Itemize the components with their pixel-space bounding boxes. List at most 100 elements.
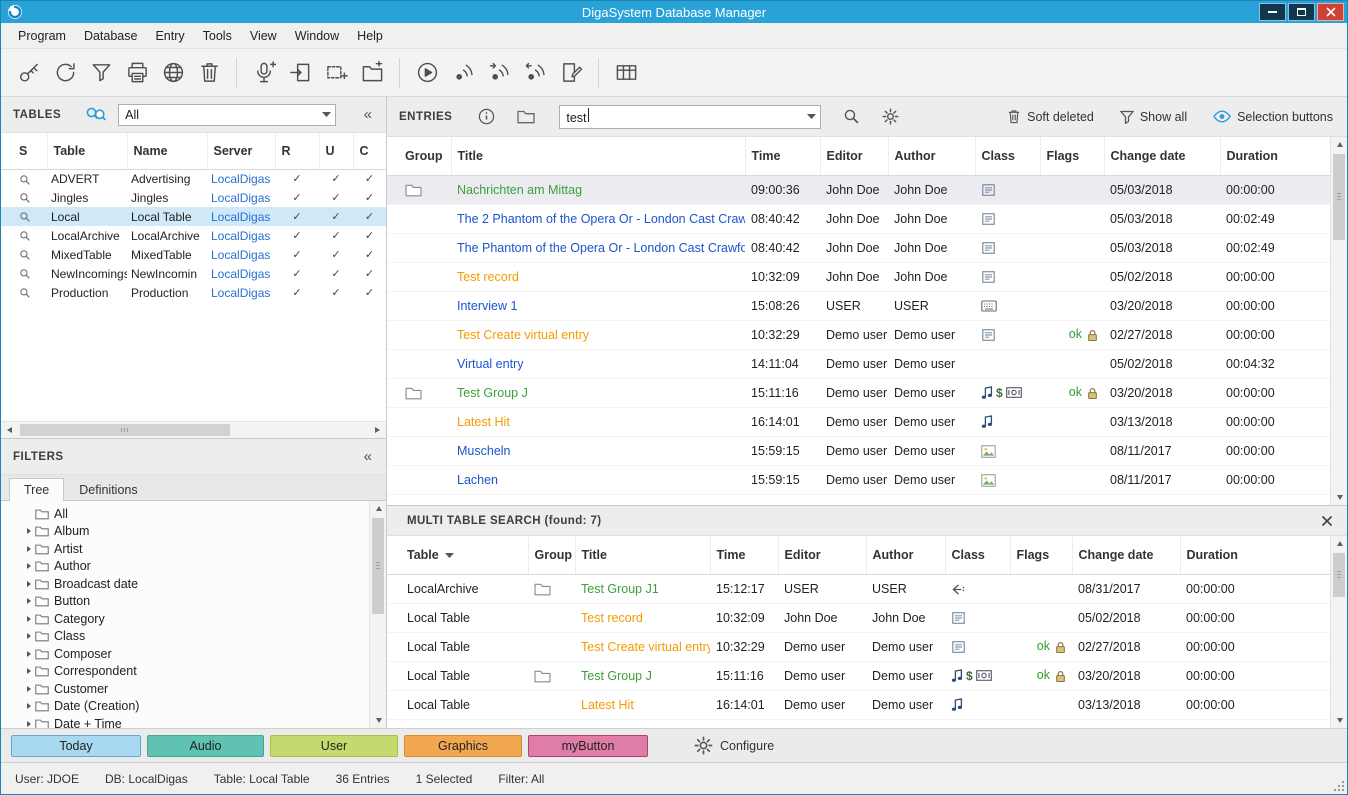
tables-row-production[interactable]: ProductionProductionLocalDigas✓✓✓	[1, 283, 386, 302]
col-duration-header[interactable]: Duration	[1220, 137, 1330, 175]
filter-tree-item-class[interactable]: Class	[1, 628, 369, 646]
col-class-header[interactable]: Class	[945, 536, 1010, 574]
scroll-down-icon[interactable]	[1331, 713, 1348, 728]
collapse-filters-button[interactable]: «	[362, 449, 374, 464]
trash-button[interactable]	[191, 55, 227, 91]
entries-scroll-thumb[interactable]	[1333, 154, 1345, 240]
expand-arrow-icon[interactable]	[23, 703, 35, 709]
menu-program[interactable]: Program	[9, 25, 75, 47]
col-c-header[interactable]: C	[353, 133, 386, 169]
hscroll-track[interactable]	[18, 422, 369, 438]
col-flags-header[interactable]: Flags	[1010, 536, 1072, 574]
scroll-up-icon[interactable]	[1331, 137, 1348, 152]
scroll-up-icon[interactable]	[370, 501, 387, 516]
entries-scrollbar[interactable]	[1330, 137, 1347, 505]
mts-scrollbar[interactable]	[1330, 536, 1347, 728]
col-server-header[interactable]: Server	[207, 133, 275, 169]
col-s-header[interactable]: S	[1, 133, 47, 169]
quick-button-audio[interactable]: Audio	[147, 735, 264, 757]
collapse-tables-button[interactable]: «	[362, 107, 374, 122]
play-button[interactable]	[409, 55, 445, 91]
broadcast-out-button[interactable]	[481, 55, 517, 91]
entries-scroll-track[interactable]	[1331, 152, 1347, 490]
refresh-button[interactable]	[47, 55, 83, 91]
soft-deleted-toggle[interactable]: Soft deleted	[1007, 109, 1094, 124]
search-icon[interactable]	[843, 108, 860, 125]
col-flags-header[interactable]: Flags	[1040, 137, 1104, 175]
col-table-header[interactable]: Table	[47, 133, 127, 169]
entry-row-9[interactable]: Latest Hit16:14:01Demo userDemo user03/1…	[387, 407, 1330, 436]
virtual-entry-button[interactable]	[318, 55, 354, 91]
filter-tree-item-category[interactable]: Category	[1, 610, 369, 628]
filter-tree-item-all[interactable]: All	[1, 505, 369, 523]
new-group-button[interactable]	[354, 55, 390, 91]
scroll-up-icon[interactable]	[1331, 536, 1348, 551]
col-author-header[interactable]: Author	[866, 536, 945, 574]
tables-row-localarchive[interactable]: LocalArchiveLocalArchiveLocalDigas✓✓✓	[1, 226, 386, 245]
menu-tools[interactable]: Tools	[194, 25, 241, 47]
col-class-header[interactable]: Class	[975, 137, 1040, 175]
filter-tree-item-author[interactable]: Author	[1, 558, 369, 576]
expand-arrow-icon[interactable]	[23, 563, 35, 569]
menu-view[interactable]: View	[241, 25, 286, 47]
broadcast-live-button[interactable]	[445, 55, 481, 91]
import-entry-button[interactable]	[282, 55, 318, 91]
quick-button-graphics[interactable]: Graphics	[404, 735, 522, 757]
entry-row-7[interactable]: Virtual entry14:11:04Demo userDemo user0…	[387, 349, 1330, 378]
filter-tree-item-composer[interactable]: Composer	[1, 645, 369, 663]
quick-button-user[interactable]: User	[270, 735, 398, 757]
gear-icon[interactable]	[882, 108, 899, 125]
record-new-button[interactable]	[246, 55, 282, 91]
mts-row-5[interactable]: Local TableLatest Hit16:14:01Demo userDe…	[387, 690, 1330, 719]
menu-help[interactable]: Help	[348, 25, 392, 47]
col-name-header[interactable]: Name	[127, 133, 207, 169]
menu-entry[interactable]: Entry	[146, 25, 193, 47]
entry-row-4[interactable]: Test record10:32:09John DoeJohn Doe05/02…	[387, 262, 1330, 291]
open-folder-icon[interactable]	[517, 109, 535, 124]
tables-scope-select[interactable]: All	[118, 104, 336, 126]
expand-arrow-icon[interactable]	[23, 528, 35, 534]
filters-scrollbar[interactable]	[369, 501, 386, 728]
menu-database[interactable]: Database	[75, 25, 147, 47]
tab-definitions[interactable]: Definitions	[64, 478, 152, 501]
col-duration-header[interactable]: Duration	[1180, 536, 1330, 574]
filter-tree-item-button[interactable]: Button	[1, 593, 369, 611]
expand-arrow-icon[interactable]	[23, 598, 35, 604]
expand-arrow-icon[interactable]	[23, 616, 35, 622]
filter-tree-item-album[interactable]: Album	[1, 523, 369, 541]
mts-row-3[interactable]: Local TableTest Create virtual entry10:3…	[387, 632, 1330, 661]
col-group-header[interactable]: Group	[387, 137, 451, 175]
maximize-button[interactable]	[1288, 3, 1315, 21]
menu-window[interactable]: Window	[286, 25, 348, 47]
expand-arrow-icon[interactable]	[23, 546, 35, 552]
globe-button[interactable]	[155, 55, 191, 91]
col-title-header[interactable]: Title	[451, 137, 745, 175]
selection-buttons-toggle[interactable]: Selection buttons	[1213, 110, 1333, 124]
col-editor-header[interactable]: Editor	[778, 536, 866, 574]
expand-arrow-icon[interactable]	[23, 633, 35, 639]
login-key-button[interactable]	[11, 55, 47, 91]
tables-row-newincomings[interactable]: NewIncomingsNewIncominLocalDigas✓✓✓	[1, 264, 386, 283]
col-u-header[interactable]: U	[319, 133, 353, 169]
tab-tree[interactable]: Tree	[9, 478, 64, 501]
entry-row-10[interactable]: Muscheln15:59:15Demo userDemo user08/11/…	[387, 436, 1330, 465]
filter-tree-item-customer[interactable]: Customer	[1, 680, 369, 698]
entry-row-5[interactable]: Interview 115:08:26USERUSER03/20/201800:…	[387, 291, 1330, 320]
tables-row-local[interactable]: LocalLocal TableLocalDigas✓✓✓	[1, 207, 386, 226]
printer-button[interactable]	[119, 55, 155, 91]
info-icon[interactable]	[478, 108, 495, 125]
col-time-header[interactable]: Time	[745, 137, 820, 175]
filters-scroll-thumb[interactable]	[372, 518, 384, 614]
filter-tree-item-broadcast-date[interactable]: Broadcast date	[1, 575, 369, 593]
mts-row-4[interactable]: Local TableTest Group J15:11:16Demo user…	[387, 661, 1330, 690]
close-mts-button[interactable]	[1321, 515, 1333, 527]
expand-arrow-icon[interactable]	[23, 581, 35, 587]
edit-entry-button[interactable]	[553, 55, 589, 91]
chevron-down-icon[interactable]	[803, 114, 820, 119]
col-group-header[interactable]: Group	[528, 536, 575, 574]
col-change-date-header[interactable]: Change date	[1072, 536, 1180, 574]
entry-row-6[interactable]: Test Create virtual entry10:32:29Demo us…	[387, 320, 1330, 349]
entry-row-3[interactable]: The Phantom of the Opera Or - London Cas…	[387, 233, 1330, 262]
show-all-toggle[interactable]: Show all	[1120, 110, 1187, 124]
mts-row-2[interactable]: Local TableTest record10:32:09John DoeJo…	[387, 603, 1330, 632]
